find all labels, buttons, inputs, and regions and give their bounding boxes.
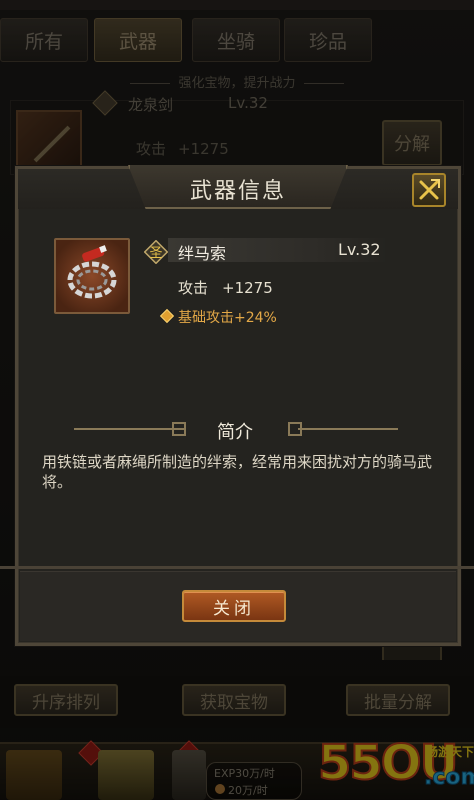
ornament-knot-left (172, 422, 186, 436)
chain-rope-icon (54, 238, 130, 314)
attack-stat: 攻击 +1275 (178, 277, 273, 298)
bonus-stat: 基础攻击+24% (178, 310, 277, 326)
svg-text:圣: 圣 (149, 246, 162, 261)
close-button[interactable]: 关闭 (182, 590, 286, 622)
ornament-line-right (298, 428, 398, 430)
footer-divider (0, 566, 474, 569)
ornament-line-left (74, 428, 184, 430)
item-name: 绊马索 (178, 244, 227, 263)
rank-badge-icon: 圣 (144, 240, 168, 264)
dialog-title: 武器信息 (189, 179, 286, 204)
attack-label: 攻击 (178, 279, 209, 297)
intro-description: 用铁链或者麻绳所制造的绊索，经常用来困扰对方的骑马武将。 (42, 453, 433, 491)
attack-value: +1275 (222, 279, 273, 297)
intro-title: 简介 (217, 422, 253, 443)
close-icon[interactable] (412, 173, 446, 207)
item-level: Lv.32 (338, 240, 381, 259)
